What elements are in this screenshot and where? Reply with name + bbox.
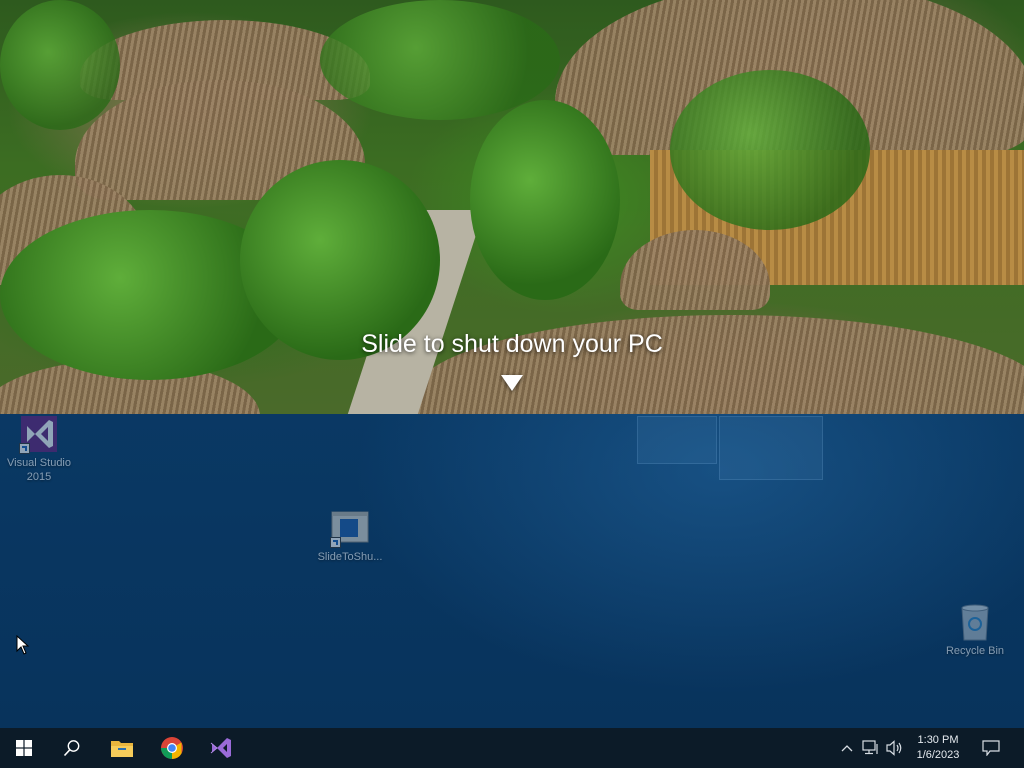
volume-tray-button[interactable] <box>884 728 906 768</box>
notification-icon <box>982 740 1000 756</box>
search-button[interactable] <box>48 728 96 768</box>
visual-studio-icon <box>19 414 59 454</box>
file-explorer-button[interactable] <box>98 728 146 768</box>
windows-wallpaper-logo <box>637 416 823 480</box>
show-hidden-icons-button[interactable] <box>838 728 856 768</box>
chrome-button[interactable] <box>148 728 196 768</box>
taskbar-clock[interactable]: 1:30 PM 1/6/2023 <box>908 733 968 763</box>
shutdown-prompt: Slide to shut down your PC <box>361 330 663 358</box>
desktop-icon-recycle-bin[interactable]: Recycle Bin <box>937 602 1013 658</box>
desktop-icon-slidetoshutdown[interactable]: SlideToShu... <box>312 508 388 564</box>
desktop-icon-label: Visual Studio 2015 <box>6 457 71 483</box>
windows-logo-icon <box>16 740 32 756</box>
network-icon <box>862 740 878 755</box>
chevron-up-icon <box>841 745 853 752</box>
desktop-icon-label: SlideToShu... <box>317 551 383 563</box>
chrome-icon <box>161 737 183 759</box>
slide-to-shutdown-panel[interactable]: Slide to shut down your PC <box>0 0 1024 414</box>
search-icon <box>63 740 80 757</box>
clock-time: 1:30 PM <box>917 734 959 746</box>
taskbar: 1:30 PM 1/6/2023 <box>0 728 1024 768</box>
visual-studio-button[interactable] <box>197 728 245 768</box>
visual-studio-icon <box>210 738 231 758</box>
speaker-icon <box>886 740 902 756</box>
clock-date: 1/6/2023 <box>916 749 960 761</box>
network-tray-button[interactable] <box>860 728 882 768</box>
action-center-button[interactable] <box>976 728 1006 768</box>
desktop-icon-label: Recycle Bin <box>945 645 1005 657</box>
down-arrow-icon <box>501 375 523 391</box>
folder-icon <box>111 741 133 757</box>
slidetoshutdown-app-icon <box>330 508 370 548</box>
mouse-cursor-icon <box>16 634 30 655</box>
desktop-icon-visual-studio-2015[interactable]: Visual Studio 2015 <box>1 414 77 484</box>
start-button[interactable] <box>0 728 48 768</box>
recycle-bin-icon <box>955 602 995 642</box>
